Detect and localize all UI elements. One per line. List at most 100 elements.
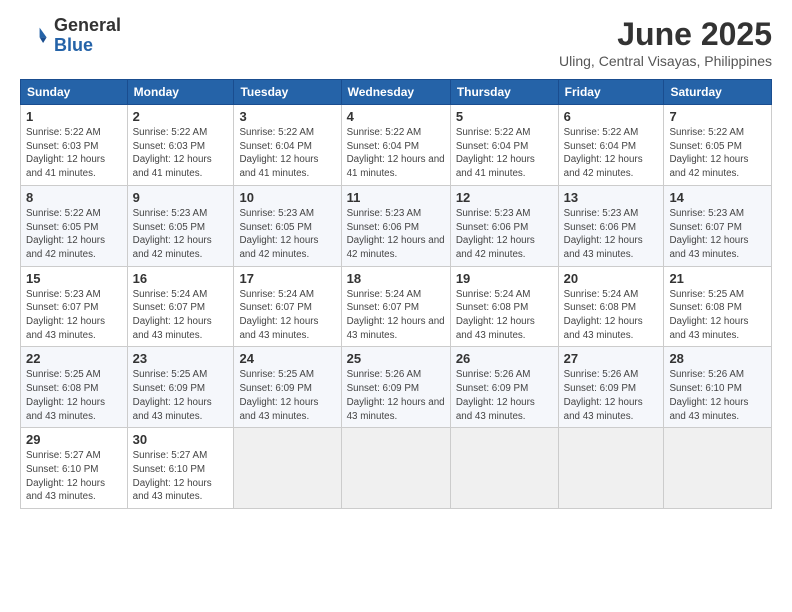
col-monday: Monday [127, 80, 234, 105]
day-info: Sunrise: 5:22 AMSunset: 6:03 PMDaylight:… [26, 127, 105, 179]
table-row [450, 428, 558, 509]
day-info: Sunrise: 5:23 AMSunset: 6:07 PMDaylight:… [26, 289, 105, 341]
table-row: 15 Sunrise: 5:23 AMSunset: 6:07 PMDaylig… [21, 266, 128, 347]
day-number: 11 [347, 190, 445, 205]
day-info: Sunrise: 5:22 AMSunset: 6:04 PMDaylight:… [239, 127, 318, 179]
day-info: Sunrise: 5:26 AMSunset: 6:09 PMDaylight:… [456, 369, 535, 421]
day-info: Sunrise: 5:22 AMSunset: 6:04 PMDaylight:… [564, 127, 643, 179]
day-info: Sunrise: 5:23 AMSunset: 6:06 PMDaylight:… [564, 208, 643, 260]
logo-icon [20, 22, 48, 50]
day-number: 27 [564, 351, 659, 366]
day-info: Sunrise: 5:22 AMSunset: 6:03 PMDaylight:… [133, 127, 212, 179]
day-number: 26 [456, 351, 553, 366]
table-row: 10 Sunrise: 5:23 AMSunset: 6:05 PMDaylig… [234, 185, 341, 266]
day-number: 25 [347, 351, 445, 366]
day-info: Sunrise: 5:26 AMSunset: 6:09 PMDaylight:… [347, 369, 445, 421]
day-number: 24 [239, 351, 335, 366]
day-number: 1 [26, 109, 122, 124]
day-info: Sunrise: 5:22 AMSunset: 6:04 PMDaylight:… [456, 127, 535, 179]
table-row: 25 Sunrise: 5:26 AMSunset: 6:09 PMDaylig… [341, 347, 450, 428]
day-info: Sunrise: 5:25 AMSunset: 6:08 PMDaylight:… [669, 289, 748, 341]
table-row: 21 Sunrise: 5:25 AMSunset: 6:08 PMDaylig… [664, 266, 772, 347]
table-row: 16 Sunrise: 5:24 AMSunset: 6:07 PMDaylig… [127, 266, 234, 347]
table-row: 3 Sunrise: 5:22 AMSunset: 6:04 PMDayligh… [234, 105, 341, 186]
table-row: 20 Sunrise: 5:24 AMSunset: 6:08 PMDaylig… [558, 266, 664, 347]
day-number: 30 [133, 432, 229, 447]
col-thursday: Thursday [450, 80, 558, 105]
day-info: Sunrise: 5:22 AMSunset: 6:05 PMDaylight:… [669, 127, 748, 179]
day-info: Sunrise: 5:23 AMSunset: 6:07 PMDaylight:… [669, 208, 748, 260]
table-row: 2 Sunrise: 5:22 AMSunset: 6:03 PMDayligh… [127, 105, 234, 186]
day-info: Sunrise: 5:23 AMSunset: 6:05 PMDaylight:… [239, 208, 318, 260]
day-number: 20 [564, 271, 659, 286]
table-row: 1 Sunrise: 5:22 AMSunset: 6:03 PMDayligh… [21, 105, 128, 186]
day-number: 17 [239, 271, 335, 286]
day-info: Sunrise: 5:25 AMSunset: 6:09 PMDaylight:… [133, 369, 212, 421]
day-number: 5 [456, 109, 553, 124]
title-block: June 2025 Uling, Central Visayas, Philip… [559, 16, 772, 69]
logo-general: General [54, 15, 121, 35]
col-sunday: Sunday [21, 80, 128, 105]
day-info: Sunrise: 5:24 AMSunset: 6:07 PMDaylight:… [347, 289, 445, 341]
day-number: 10 [239, 190, 335, 205]
table-row: 7 Sunrise: 5:22 AMSunset: 6:05 PMDayligh… [664, 105, 772, 186]
day-info: Sunrise: 5:26 AMSunset: 6:10 PMDaylight:… [669, 369, 748, 421]
logo-blue: Blue [54, 35, 93, 55]
calendar-header-row: Sunday Monday Tuesday Wednesday Thursday… [21, 80, 772, 105]
day-number: 8 [26, 190, 122, 205]
day-info: Sunrise: 5:24 AMSunset: 6:07 PMDaylight:… [239, 289, 318, 341]
day-info: Sunrise: 5:24 AMSunset: 6:08 PMDaylight:… [564, 289, 643, 341]
logo-text: General Blue [54, 16, 121, 56]
table-row: 5 Sunrise: 5:22 AMSunset: 6:04 PMDayligh… [450, 105, 558, 186]
table-row: 30 Sunrise: 5:27 AMSunset: 6:10 PMDaylig… [127, 428, 234, 509]
col-friday: Friday [558, 80, 664, 105]
calendar-table: Sunday Monday Tuesday Wednesday Thursday… [20, 79, 772, 509]
table-row: 6 Sunrise: 5:22 AMSunset: 6:04 PMDayligh… [558, 105, 664, 186]
month-title: June 2025 [559, 16, 772, 53]
day-number: 15 [26, 271, 122, 286]
day-info: Sunrise: 5:25 AMSunset: 6:09 PMDaylight:… [239, 369, 318, 421]
table-row: 17 Sunrise: 5:24 AMSunset: 6:07 PMDaylig… [234, 266, 341, 347]
table-row: 22 Sunrise: 5:25 AMSunset: 6:08 PMDaylig… [21, 347, 128, 428]
table-row: 18 Sunrise: 5:24 AMSunset: 6:07 PMDaylig… [341, 266, 450, 347]
col-saturday: Saturday [664, 80, 772, 105]
table-row: 23 Sunrise: 5:25 AMSunset: 6:09 PMDaylig… [127, 347, 234, 428]
col-wednesday: Wednesday [341, 80, 450, 105]
header: General Blue June 2025 Uling, Central Vi… [20, 16, 772, 69]
day-number: 23 [133, 351, 229, 366]
day-number: 7 [669, 109, 766, 124]
table-row: 13 Sunrise: 5:23 AMSunset: 6:06 PMDaylig… [558, 185, 664, 266]
day-number: 22 [26, 351, 122, 366]
day-number: 4 [347, 109, 445, 124]
day-number: 19 [456, 271, 553, 286]
day-info: Sunrise: 5:27 AMSunset: 6:10 PMDaylight:… [26, 450, 105, 502]
table-row [558, 428, 664, 509]
day-number: 6 [564, 109, 659, 124]
day-number: 3 [239, 109, 335, 124]
table-row: 12 Sunrise: 5:23 AMSunset: 6:06 PMDaylig… [450, 185, 558, 266]
day-number: 9 [133, 190, 229, 205]
day-info: Sunrise: 5:24 AMSunset: 6:08 PMDaylight:… [456, 289, 535, 341]
table-row: 24 Sunrise: 5:25 AMSunset: 6:09 PMDaylig… [234, 347, 341, 428]
table-row: 28 Sunrise: 5:26 AMSunset: 6:10 PMDaylig… [664, 347, 772, 428]
day-info: Sunrise: 5:24 AMSunset: 6:07 PMDaylight:… [133, 289, 212, 341]
col-tuesday: Tuesday [234, 80, 341, 105]
day-info: Sunrise: 5:23 AMSunset: 6:06 PMDaylight:… [456, 208, 535, 260]
logo: General Blue [20, 16, 121, 56]
location-subtitle: Uling, Central Visayas, Philippines [559, 53, 772, 69]
day-info: Sunrise: 5:25 AMSunset: 6:08 PMDaylight:… [26, 369, 105, 421]
day-info: Sunrise: 5:23 AMSunset: 6:06 PMDaylight:… [347, 208, 445, 260]
day-number: 21 [669, 271, 766, 286]
calendar-page: General Blue June 2025 Uling, Central Vi… [0, 0, 792, 612]
day-info: Sunrise: 5:23 AMSunset: 6:05 PMDaylight:… [133, 208, 212, 260]
table-row [664, 428, 772, 509]
day-number: 28 [669, 351, 766, 366]
table-row: 26 Sunrise: 5:26 AMSunset: 6:09 PMDaylig… [450, 347, 558, 428]
day-number: 12 [456, 190, 553, 205]
table-row: 4 Sunrise: 5:22 AMSunset: 6:04 PMDayligh… [341, 105, 450, 186]
table-row [341, 428, 450, 509]
table-row: 27 Sunrise: 5:26 AMSunset: 6:09 PMDaylig… [558, 347, 664, 428]
table-row: 19 Sunrise: 5:24 AMSunset: 6:08 PMDaylig… [450, 266, 558, 347]
table-row: 14 Sunrise: 5:23 AMSunset: 6:07 PMDaylig… [664, 185, 772, 266]
table-row: 9 Sunrise: 5:23 AMSunset: 6:05 PMDayligh… [127, 185, 234, 266]
